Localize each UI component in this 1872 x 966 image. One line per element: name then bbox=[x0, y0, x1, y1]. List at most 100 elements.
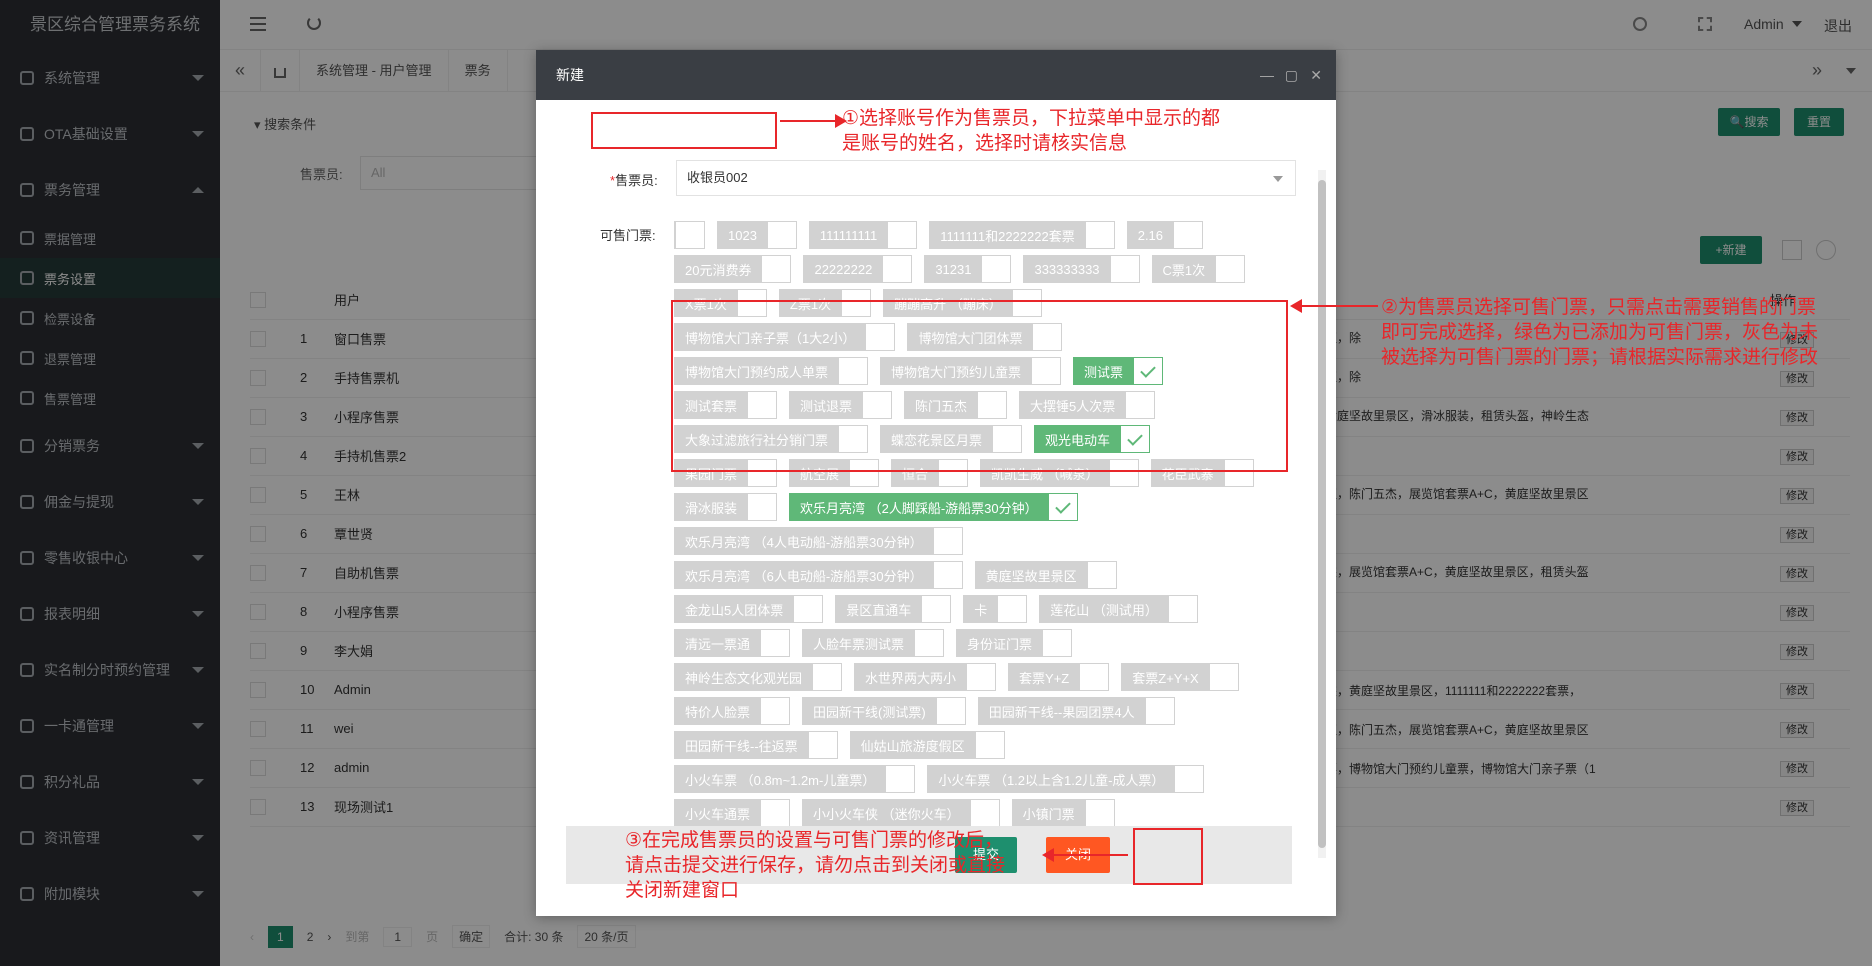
ticket-checkbox[interactable] bbox=[761, 255, 792, 283]
ticket-option[interactable]: 黄庭坚故里景区 bbox=[974, 561, 1117, 589]
ticket-option[interactable]: 人脸年票测试票 bbox=[802, 629, 945, 657]
ticket-option[interactable]: 花臣武寨 bbox=[1150, 459, 1254, 487]
ticket-option[interactable]: 测试票 bbox=[1073, 357, 1164, 385]
ticket-checkbox[interactable] bbox=[1120, 425, 1151, 453]
ticket-option[interactable]: 田园新干线--果园团票4人 bbox=[977, 697, 1175, 725]
ticket-checkbox[interactable] bbox=[747, 493, 778, 521]
ticket-checkbox[interactable] bbox=[865, 323, 896, 351]
ticket-checkbox[interactable] bbox=[675, 221, 705, 249]
maximize-icon[interactable]: ▢ bbox=[1285, 68, 1298, 82]
ticket-option[interactable]: 博物馆大门预约儿童票 bbox=[880, 357, 1062, 385]
ticket-checkbox[interactable] bbox=[966, 663, 997, 691]
ticket-option[interactable]: C票1次 bbox=[1151, 255, 1246, 283]
ticket-option[interactable]: 欢乐月亮湾 （2人脚踩船-游船票30分钟） bbox=[789, 493, 1078, 521]
ticket-option[interactable]: 博物馆大门亲子票（1大2小） bbox=[674, 323, 896, 351]
ticket-option[interactable]: 观光电动车 bbox=[1034, 425, 1151, 453]
ticket-checkbox[interactable] bbox=[885, 765, 916, 793]
scroll-thumb[interactable] bbox=[1318, 180, 1326, 848]
minimize-icon[interactable]: — bbox=[1260, 68, 1274, 82]
ticket-checkbox[interactable] bbox=[838, 425, 869, 453]
ticket-option[interactable]: 小镇门票 bbox=[1011, 799, 1115, 827]
ticket-checkbox[interactable] bbox=[921, 595, 952, 623]
ticket-checkbox[interactable] bbox=[760, 697, 791, 725]
ticket-option[interactable]: 小火车通票 bbox=[674, 799, 791, 827]
ticket-checkbox[interactable] bbox=[849, 459, 880, 487]
ticket-checkbox[interactable] bbox=[1144, 697, 1175, 725]
ticket-checkbox[interactable] bbox=[1167, 595, 1198, 623]
ticket-checkbox[interactable] bbox=[1215, 255, 1246, 283]
ticket-checkbox[interactable] bbox=[1109, 255, 1140, 283]
ticket-checkbox[interactable] bbox=[1031, 357, 1062, 385]
ticket-checkbox[interactable] bbox=[766, 221, 797, 249]
ticket-checkbox[interactable] bbox=[914, 629, 945, 657]
ticket-checkbox[interactable] bbox=[812, 663, 843, 691]
ticket-checkbox[interactable] bbox=[1042, 629, 1073, 657]
ticket-option[interactable]: 333333333 bbox=[1023, 255, 1140, 283]
ticket-checkbox[interactable] bbox=[1032, 323, 1063, 351]
ticket-checkbox[interactable] bbox=[1173, 221, 1204, 249]
ticket-checkbox[interactable] bbox=[935, 697, 966, 725]
ticket-option[interactable]: 1111111和2222222套票 bbox=[929, 221, 1115, 249]
ticket-checkbox[interactable] bbox=[1086, 561, 1117, 589]
ticket-option[interactable]: 神岭生态文化观光园 bbox=[674, 663, 843, 691]
ticket-option[interactable]: 田园新干线--往返票 bbox=[674, 731, 838, 759]
ticket-option[interactable]: 22222222 bbox=[803, 255, 913, 283]
ticket-option[interactable]: 卡 bbox=[963, 595, 1028, 623]
seller-select[interactable]: 收银员002 bbox=[676, 160, 1296, 196]
ticket-checkbox[interactable] bbox=[1223, 459, 1254, 487]
ticket-option[interactable]: 滑冰服装 bbox=[674, 493, 778, 521]
ticket-option[interactable]: Z票1次 bbox=[778, 289, 872, 317]
ticket-option[interactable]: 蹦蹦高升 （蹦床） bbox=[883, 289, 1042, 317]
ticket-checkbox[interactable] bbox=[938, 459, 969, 487]
ticket-option[interactable] bbox=[674, 221, 705, 249]
ticket-option[interactable]: 20元消费券 bbox=[674, 255, 792, 283]
ticket-option[interactable]: 蝶恋花景区月票 bbox=[880, 425, 1023, 453]
ticket-option[interactable]: X票1次 bbox=[674, 289, 767, 317]
ticket-checkbox[interactable] bbox=[747, 391, 778, 419]
ticket-checkbox[interactable] bbox=[760, 629, 791, 657]
ticket-checkbox[interactable] bbox=[1079, 663, 1110, 691]
ticket-option[interactable]: 套票Z+Y+X bbox=[1121, 663, 1239, 691]
ticket-checkbox[interactable] bbox=[1084, 221, 1115, 249]
dialog-scrollbar[interactable] bbox=[1318, 170, 1326, 858]
ticket-checkbox[interactable] bbox=[1125, 391, 1156, 419]
ticket-checkbox[interactable] bbox=[1084, 799, 1115, 827]
ticket-checkbox[interactable] bbox=[997, 595, 1028, 623]
ticket-option[interactable]: 欢乐月亮湾 （4人电动船-游船票30分钟） bbox=[674, 527, 963, 555]
ticket-checkbox[interactable] bbox=[932, 561, 963, 589]
ticket-checkbox[interactable] bbox=[974, 731, 1005, 759]
ticket-checkbox[interactable] bbox=[807, 731, 838, 759]
ticket-option[interactable]: 金龙山5人团体票 bbox=[674, 595, 824, 623]
ticket-option[interactable]: 水世界两大两小 bbox=[854, 663, 997, 691]
ticket-checkbox[interactable] bbox=[887, 221, 918, 249]
ticket-checkbox[interactable] bbox=[992, 425, 1023, 453]
ticket-checkbox[interactable] bbox=[1047, 493, 1078, 521]
ticket-checkbox[interactable] bbox=[1133, 357, 1164, 385]
ticket-checkbox[interactable] bbox=[1208, 663, 1239, 691]
ticket-checkbox[interactable] bbox=[747, 459, 778, 487]
ticket-option[interactable]: 清远一票通 bbox=[674, 629, 791, 657]
ticket-option[interactable]: 1023 bbox=[717, 221, 797, 249]
ticket-option[interactable]: 身份证门票 bbox=[956, 629, 1073, 657]
ticket-checkbox[interactable] bbox=[841, 289, 872, 317]
ticket-checkbox[interactable] bbox=[793, 595, 824, 623]
ticket-checkbox[interactable] bbox=[969, 799, 1000, 827]
ticket-option[interactable]: 小火车票 （0.8m~1.2m-儿童票） bbox=[674, 765, 916, 793]
ticket-checkbox[interactable] bbox=[736, 289, 767, 317]
ticket-option[interactable]: 仙姑山旅游度假区 bbox=[849, 731, 1005, 759]
ticket-checkbox[interactable] bbox=[862, 391, 893, 419]
ticket-option[interactable]: 小火车票 （1.2以上含1.2儿童-成人票） bbox=[927, 765, 1205, 793]
ticket-option[interactable]: 111111111 bbox=[808, 221, 918, 249]
ticket-checkbox[interactable] bbox=[981, 255, 1012, 283]
ticket-option[interactable]: 小小火车侠 （迷你火车） bbox=[802, 799, 1000, 827]
ticket-checkbox[interactable] bbox=[838, 357, 869, 385]
ticket-option[interactable]: 陈门五杰 bbox=[904, 391, 1008, 419]
ticket-option[interactable]: 田园新干线(测试票) bbox=[802, 697, 966, 725]
ticket-checkbox[interactable] bbox=[760, 799, 791, 827]
close-icon[interactable]: ✕ bbox=[1310, 68, 1322, 82]
ticket-option[interactable]: 航空展 bbox=[789, 459, 880, 487]
ticket-checkbox[interactable] bbox=[1174, 765, 1205, 793]
ticket-option[interactable]: 凯凯生威 （喊泉） bbox=[980, 459, 1139, 487]
ticket-checkbox[interactable] bbox=[977, 391, 1008, 419]
ticket-option[interactable]: 景区直通车 bbox=[835, 595, 952, 623]
